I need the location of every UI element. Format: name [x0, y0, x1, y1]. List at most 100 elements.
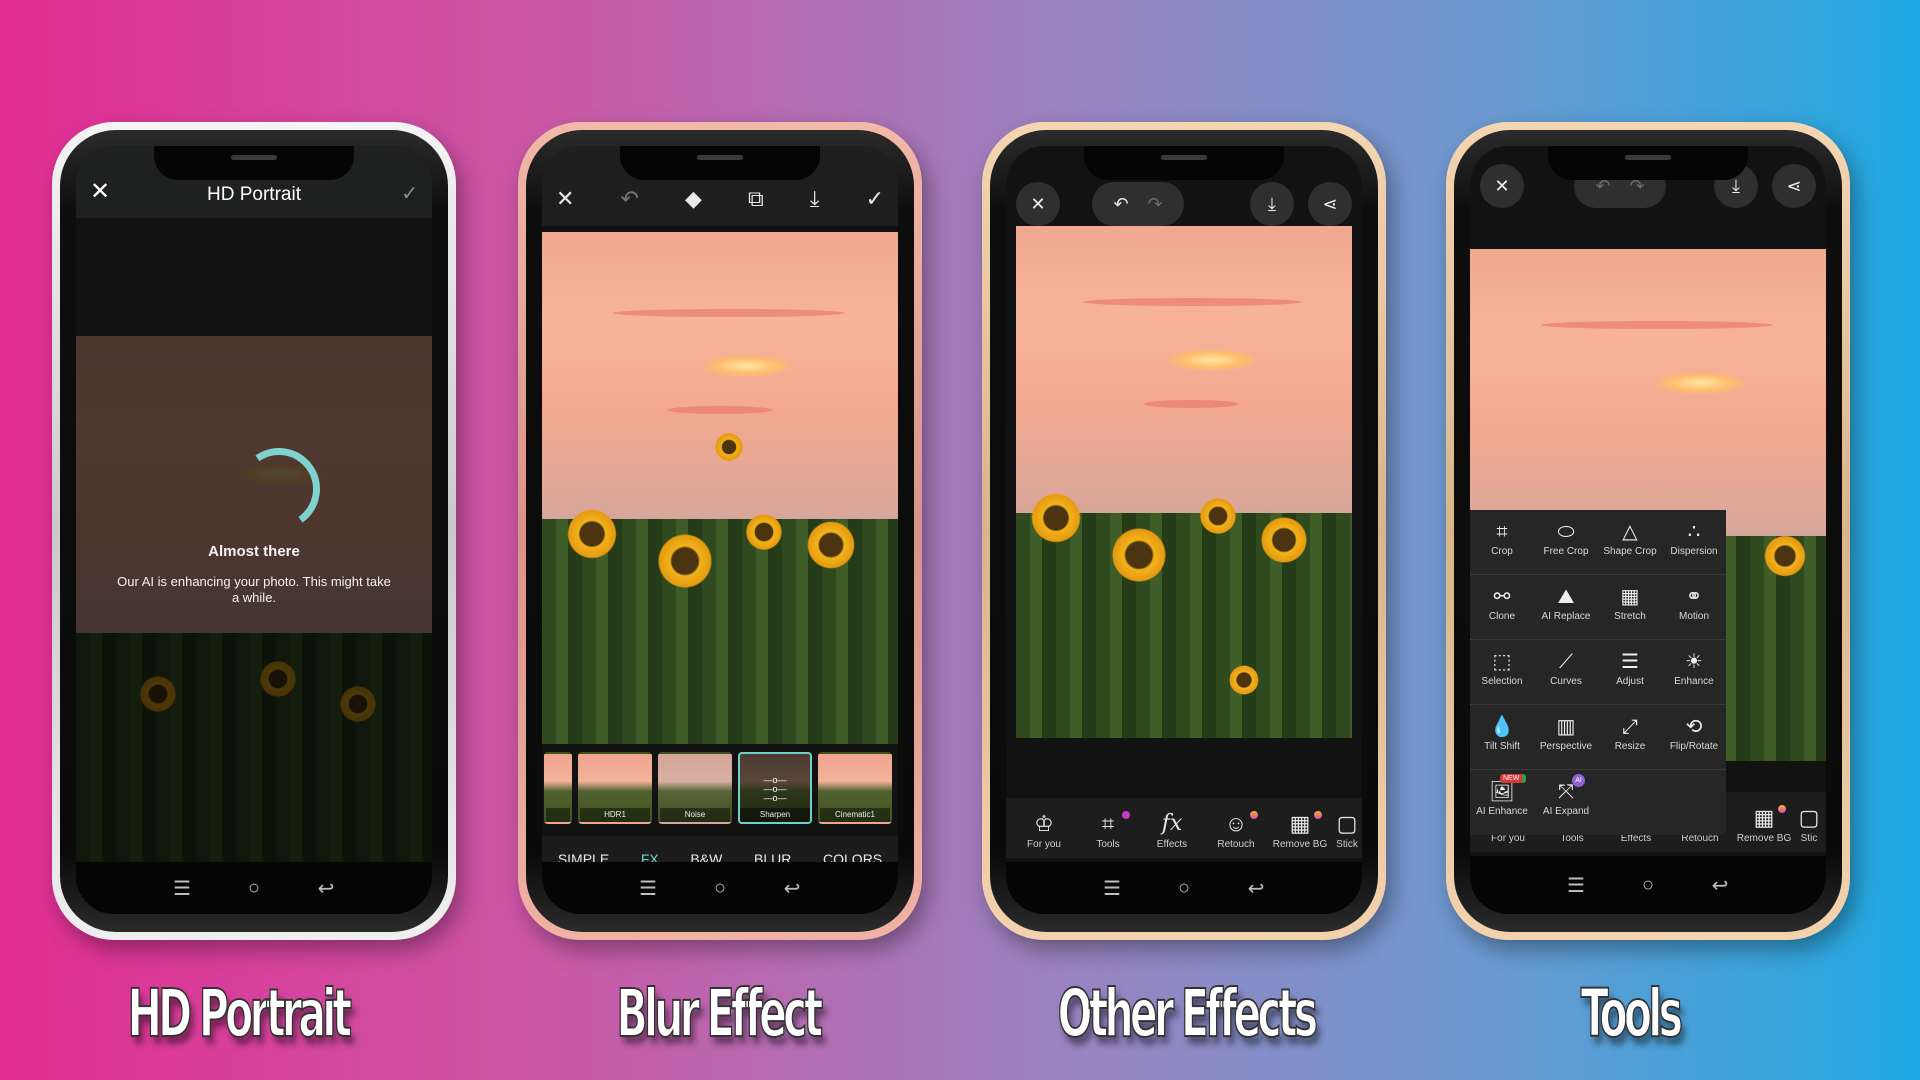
- tab-label: Remove BG: [1736, 833, 1792, 844]
- check-icon[interactable]: ✓: [388, 181, 418, 206]
- phone-screen: ✕ ↶ ↷ ⤓ ⋖ ♔ For you ⌗ Tools fx Effects ☺ Reto…: [1006, 146, 1362, 914]
- tool-dispersion[interactable]: ∴ Dispersion: [1662, 510, 1726, 574]
- menu-icon[interactable]: ☰: [167, 876, 197, 901]
- tool-label: Stretch: [1614, 611, 1646, 622]
- notch: [154, 146, 354, 180]
- undo-redo-group: ↶ ↷: [1092, 182, 1184, 226]
- tool-flip-rotate[interactable]: ⟲ Flip/Rotate: [1662, 705, 1726, 769]
- caption-other-effects: Other Effects: [1057, 974, 1319, 1053]
- sunflower: [136, 672, 180, 716]
- effect-label: Cinematic1: [820, 808, 890, 822]
- home-icon[interactable]: ○: [1633, 874, 1663, 897]
- tool-ai-enhance[interactable]: 🖼 NEW AI Enhance: [1470, 770, 1534, 835]
- selection-icon: ⬚: [1492, 651, 1512, 673]
- tab-stickers[interactable]: ▢ Stick: [1332, 809, 1362, 850]
- tool-perspective[interactable]: ▥ Perspective: [1534, 705, 1598, 769]
- home-icon[interactable]: ○: [1169, 877, 1199, 900]
- undo-icon[interactable]: ↶: [621, 186, 639, 212]
- download-button[interactable]: ⤓: [1250, 182, 1294, 226]
- speaker: [1625, 155, 1671, 160]
- tool-selection[interactable]: ⬚ Selection: [1470, 640, 1534, 704]
- enhance-icon: ☀: [1685, 651, 1703, 673]
- home-icon[interactable]: ○: [239, 877, 269, 900]
- close-icon[interactable]: ✕: [556, 186, 574, 212]
- tool-curves[interactable]: ⟋ Curves: [1534, 640, 1598, 704]
- stretch-icon: ▦: [1620, 586, 1640, 608]
- tab-remove-bg[interactable]: ▦ Remove BG: [1268, 809, 1332, 850]
- tool-crop[interactable]: ⌗ Crop: [1470, 510, 1534, 574]
- download-icon: ⤓: [1732, 175, 1740, 196]
- back-icon[interactable]: ↩: [1705, 873, 1735, 898]
- tab-retouch[interactable]: ☺ Retouch: [1204, 809, 1268, 850]
- download-icon: ⤓: [1268, 193, 1276, 214]
- close-button[interactable]: ✕: [1480, 164, 1524, 208]
- tab-effects[interactable]: fx Effects: [1140, 809, 1204, 850]
- tab-remove-bg[interactable]: ▦ Remove BG: [1732, 803, 1796, 844]
- sunflower: [1196, 494, 1240, 538]
- new-badge: NEW: [1500, 774, 1527, 783]
- close-button[interactable]: ✕: [1016, 182, 1060, 226]
- back-icon[interactable]: ↩: [311, 876, 341, 901]
- adjust-sliders-icon[interactable]: —o— —o— —o—: [763, 776, 786, 803]
- tool-free-crop[interactable]: ⬭ Free Crop: [1534, 510, 1598, 574]
- tool-ai-expand[interactable]: ⤧ AI AI Expand: [1534, 770, 1598, 835]
- tab-label: For you: [1027, 839, 1061, 850]
- tool-ai-replace[interactable]: ⛰ AI Replace: [1534, 575, 1598, 639]
- system-nav-bar: ☰ ○ ↩: [542, 862, 898, 914]
- system-nav-bar: ☰ ○ ↩: [1470, 856, 1826, 914]
- tab-tools[interactable]: ⌗ Tools: [1076, 809, 1140, 850]
- effect-thumbnail[interactable]: Noise: [658, 752, 732, 824]
- effect-label: Sharpen: [740, 808, 810, 822]
- back-icon[interactable]: ↩: [777, 876, 807, 901]
- home-icon[interactable]: ○: [705, 877, 735, 900]
- effect-thumbnail-selected[interactable]: —o— —o— —o— Sharpen: [738, 752, 812, 824]
- menu-icon[interactable]: ☰: [1561, 873, 1591, 898]
- effect-thumbnail[interactable]: HDR1: [578, 752, 652, 824]
- sunflower: [256, 657, 300, 701]
- menu-icon[interactable]: ☰: [1097, 876, 1127, 901]
- menu-icon[interactable]: ☰: [633, 876, 663, 901]
- caption-tools: Tools: [1580, 974, 1683, 1053]
- back-icon[interactable]: ↩: [1241, 876, 1271, 901]
- tool-resize[interactable]: ⤢ Resize: [1598, 705, 1662, 769]
- tool-label: Flip/Rotate: [1669, 741, 1719, 752]
- effect-thumbnail[interactable]: Cinematic1: [818, 752, 892, 824]
- close-icon[interactable]: ✕: [90, 177, 120, 206]
- tool-adjust[interactable]: ☰ Adjust: [1598, 640, 1662, 704]
- sunflower: [1760, 531, 1810, 581]
- tool-tilt-shift[interactable]: 💧 Tilt Shift: [1470, 705, 1534, 769]
- tool-stretch[interactable]: ▦ Stretch: [1598, 575, 1662, 639]
- cloud-band: [1541, 320, 1773, 329]
- eraser-icon[interactable]: ◆: [685, 186, 702, 212]
- photo-sun: [1655, 371, 1746, 394]
- share-button[interactable]: ⋖: [1772, 164, 1816, 208]
- compare-icon[interactable]: ⧉: [748, 186, 764, 212]
- notification-dot: [1250, 811, 1258, 819]
- tool-enhance[interactable]: ☀ Enhance: [1662, 640, 1726, 704]
- tilt-shift-icon: 💧: [1489, 716, 1515, 738]
- tool-motion[interactable]: ⚭ Motion: [1662, 575, 1726, 639]
- tab-stickers[interactable]: ▢ Stic: [1796, 803, 1822, 844]
- flip-rotate-icon: ⟲: [1685, 716, 1703, 738]
- redo-icon[interactable]: ↷: [1147, 194, 1162, 215]
- effect-thumbnail[interactable]: [544, 752, 572, 824]
- undo-icon[interactable]: ↶: [1113, 194, 1128, 215]
- ai-badge: AI: [1572, 774, 1585, 787]
- share-button[interactable]: ⋖: [1308, 182, 1352, 226]
- page-title: HD Portrait: [207, 184, 301, 205]
- remove-bg-icon: ▦: [1289, 811, 1311, 836]
- check-icon[interactable]: ✓: [866, 186, 884, 212]
- tool-shape-crop[interactable]: △ Shape Crop: [1598, 510, 1662, 574]
- effect-thumbnails: HDR1 Noise —o— —o— —o— Sharpen Cinematic1: [542, 752, 898, 828]
- shape-crop-icon: △: [1622, 521, 1638, 543]
- tab-for-you[interactable]: ♔ For you: [1012, 809, 1076, 850]
- close-icon: ✕: [1494, 175, 1510, 196]
- caption-blur-effect: Blur Effect: [616, 974, 824, 1053]
- effect-label: Noise: [660, 808, 730, 822]
- tool-label: AI Enhance: [1476, 806, 1528, 817]
- download-icon[interactable]: ⤓: [810, 186, 820, 212]
- tool-clone[interactable]: ⚯ Clone: [1470, 575, 1534, 639]
- clone-icon: ⚯: [1493, 586, 1511, 608]
- adjust-icon: ☰: [1621, 651, 1639, 673]
- sunflower: [562, 504, 622, 564]
